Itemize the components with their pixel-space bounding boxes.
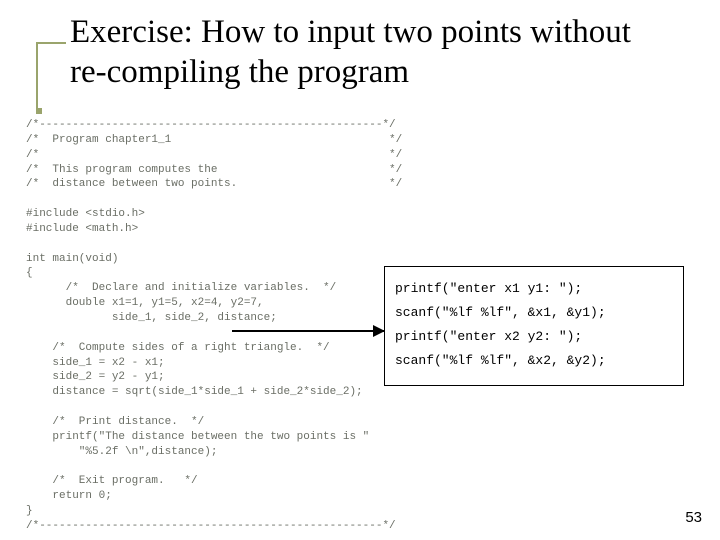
page-number: 53: [685, 509, 702, 526]
code-line: /*--------------------------------------…: [26, 119, 396, 131]
code-line: side_1, side_2, distance;: [26, 312, 277, 324]
code-line: /*--------------------------------------…: [26, 520, 396, 532]
code-line: printf("The distance between the two poi…: [26, 431, 369, 443]
code-callout: printf("enter x1 y1: "); scanf("%lf %lf"…: [384, 266, 684, 386]
code-line: side_1 = x2 - x1;: [26, 357, 165, 369]
code-line: /* Print distance. */: [26, 416, 204, 428]
code-line: /* Program chapter1_1 */: [26, 134, 402, 146]
code-line: }: [26, 505, 33, 517]
code-line: side_2 = y2 - y1;: [26, 371, 165, 383]
code-line: /* Compute sides of a right triangle. */: [26, 342, 330, 354]
slide: Exercise: How to input two points withou…: [0, 0, 720, 540]
code-line: /* Declare and initialize variables. */: [26, 282, 336, 294]
code-line: int main(void): [26, 253, 118, 265]
title-rule-decoration: [36, 42, 66, 108]
arrow-icon: [232, 330, 384, 332]
callout-line: scanf("%lf %lf", &x2, &y2);: [395, 349, 673, 373]
code-line: /* Exit program. */: [26, 475, 198, 487]
code-line: /* This program computes the */: [26, 164, 402, 176]
code-line: /* */: [26, 149, 402, 161]
callout-line: scanf("%lf %lf", &x1, &y1);: [395, 301, 673, 325]
code-line: #include <math.h>: [26, 223, 138, 235]
code-line: /* distance between two points. */: [26, 178, 402, 190]
title-block: Exercise: How to input two points withou…: [70, 12, 660, 92]
code-line: double x1=1, y1=5, x2=4, y2=7,: [26, 297, 264, 309]
code-line: #include <stdio.h>: [26, 208, 145, 220]
slide-title: Exercise: How to input two points withou…: [70, 12, 660, 92]
code-line: {: [26, 267, 33, 279]
callout-line: printf("enter x2 y2: ");: [395, 325, 673, 349]
code-line: return 0;: [26, 490, 112, 502]
code-line: "%5.2f \n",distance);: [26, 446, 217, 458]
code-line: distance = sqrt(side_1*side_1 + side_2*s…: [26, 386, 363, 398]
callout-line: printf("enter x1 y1: ");: [395, 277, 673, 301]
